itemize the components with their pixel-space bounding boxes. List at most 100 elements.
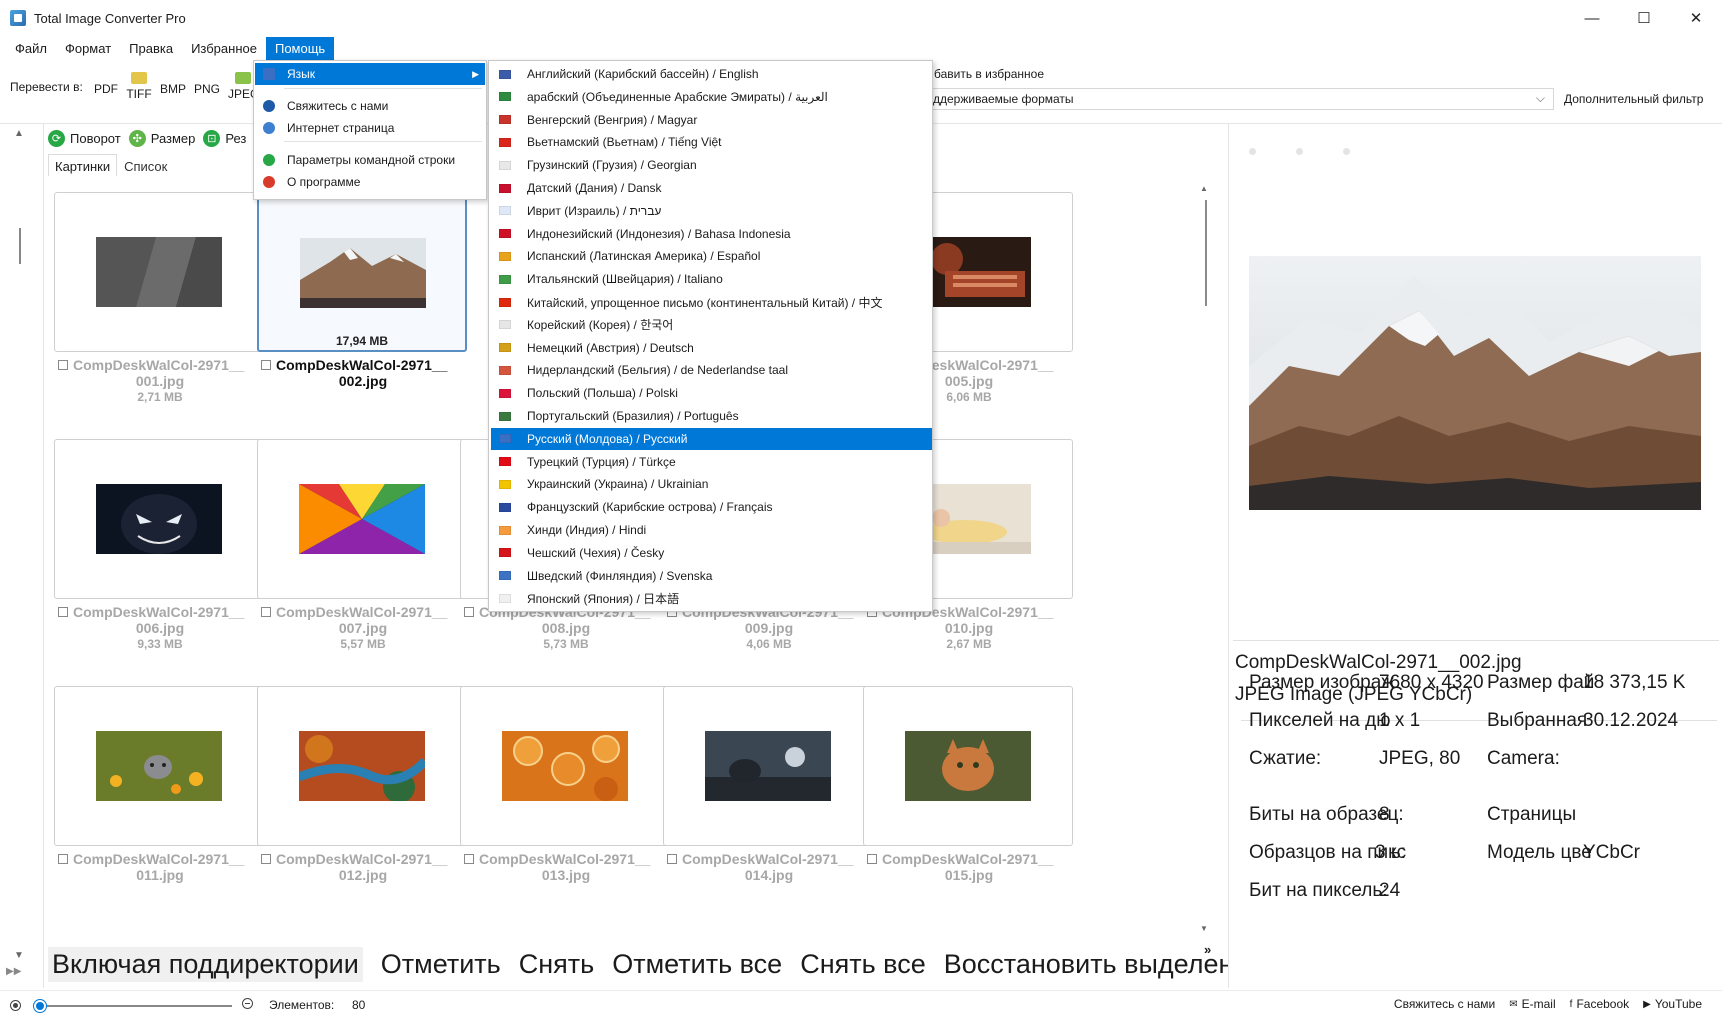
language-option[interactable]: Немецкий (Австрия) / Deutsch: [491, 337, 932, 359]
minimize-button[interactable]: —: [1566, 0, 1618, 36]
status-link[interactable]: ✉ E-mail: [1509, 997, 1555, 1011]
format-pdf-button[interactable]: PDF: [94, 82, 118, 96]
language-option[interactable]: Нидерландский (Бельгия) / de Nederlandse…: [491, 359, 932, 381]
scroll-down-icon[interactable]: ▼: [1200, 924, 1208, 933]
language-option[interactable]: арабский (Объединенные Арабские Эмираты)…: [491, 86, 932, 108]
restore-selection-button[interactable]: Восстановить выделение: [944, 949, 1264, 980]
thumbnail-checkbox[interactable]: [867, 854, 877, 864]
language-option[interactable]: Французский (Карибские острова) / França…: [491, 496, 932, 518]
thumbnail-frame[interactable]: [54, 192, 264, 352]
thumbnail-card[interactable]: CompDeskWalCol-2971__ 007.jpg 5,57 MB: [257, 439, 469, 651]
thumbnail-checkbox[interactable]: [464, 854, 474, 864]
language-option[interactable]: Индонезийский (Индонезия) / Bahasa Indon…: [491, 223, 932, 245]
language-option[interactable]: Шведский (Финляндия) / Svenska: [491, 565, 932, 587]
maximize-button[interactable]: ☐: [1618, 0, 1670, 36]
menu-help[interactable]: Помощь: [265, 36, 335, 60]
uncheck-all-button[interactable]: Снять все: [800, 949, 926, 980]
language-option[interactable]: Иврит (Израиль) / עברית: [491, 200, 932, 222]
help-menu-item[interactable]: Свяжитесь с нами: [255, 95, 485, 117]
more-actions-button[interactable]: »: [1204, 942, 1211, 957]
grid-scrollbar-thumb[interactable]: [1205, 200, 1207, 306]
fast-forward-icon[interactable]: ▶▶: [6, 966, 21, 977]
thumbnail-frame[interactable]: [863, 686, 1073, 846]
thumbnail-frame[interactable]: 17,94 MB: [257, 192, 467, 352]
include-subdirs-toggle[interactable]: Включая поддиректории: [48, 946, 363, 982]
language-option[interactable]: Чешский (Чехия) / Česky: [491, 542, 932, 564]
help-menu-item[interactable]: Язык ▶: [255, 63, 485, 85]
format-tiff-label: TIFF: [126, 87, 152, 101]
thumbnail-frame[interactable]: [663, 686, 873, 846]
language-option[interactable]: Украинский (Украина) / Ukrainian: [491, 473, 932, 495]
thumbnail-frame[interactable]: [460, 686, 670, 846]
thumbnail-size-slider[interactable]: [34, 1000, 232, 1012]
check-button[interactable]: Отметить: [381, 949, 501, 980]
status-link[interactable]: Свяжитесь с нами: [1394, 997, 1495, 1011]
thumbnail-card[interactable]: CompDeskWalCol-2971__ 014.jpg: [663, 686, 875, 883]
extra-filter-button[interactable]: Дополнительный фильтр: [1564, 92, 1703, 106]
format-tiff-button[interactable]: TIFF: [124, 72, 154, 101]
thumbnail-card[interactable]: 17,94 MB CompDeskWalCol-2971__ 002.jpg: [257, 192, 469, 389]
language-option[interactable]: Китайский, упрощенное письмо (континента…: [491, 291, 932, 313]
language-option[interactable]: Итальянский (Швейцария) / Italiano: [491, 268, 932, 290]
thumbnail-checkbox[interactable]: [464, 607, 474, 617]
help-menu-item[interactable]: Интернет страница: [255, 117, 485, 139]
thumbnail-card[interactable]: CompDeskWalCol-2971__ 006.jpg 9,33 MB: [54, 439, 266, 651]
add-to-favorites-button[interactable]: бавить в избранное: [934, 67, 1044, 81]
thumbnail-card[interactable]: CompDeskWalCol-2971__ 012.jpg: [257, 686, 469, 883]
language-option[interactable]: Вьетнамский (Вьетнам) / Tiếng Việt: [491, 131, 932, 153]
thumbnail-checkbox[interactable]: [261, 854, 271, 864]
check-all-button[interactable]: Отметить все: [612, 949, 782, 980]
formats-filter-select[interactable]: ддерживаемые форматы ⌵: [928, 88, 1554, 110]
language-option[interactable]: Датский (Дания) / Dansk: [491, 177, 932, 199]
language-option[interactable]: Английский (Карибский бассейн) / English: [491, 63, 932, 85]
language-option[interactable]: Грузинский (Грузия) / Georgian: [491, 154, 932, 176]
language-option[interactable]: Хинди (Индия) / Hindi: [491, 519, 932, 541]
zoom-reset-icon[interactable]: [10, 1000, 21, 1011]
status-link[interactable]: f Facebook: [1570, 997, 1629, 1011]
scroll-up-icon[interactable]: ▲: [14, 128, 24, 139]
scroll-up-icon[interactable]: ▲: [1200, 184, 1208, 193]
language-option[interactable]: Турецкий (Турция) / Türkçe: [491, 451, 932, 473]
thumbnail-frame[interactable]: [54, 686, 264, 846]
language-option[interactable]: Корейский (Корея) / 한국어: [491, 314, 932, 336]
thumbnail-image: [502, 731, 628, 801]
scroll-down-icon[interactable]: ▼: [14, 950, 24, 961]
menu-format[interactable]: Формат: [56, 37, 120, 60]
thumbnail-card[interactable]: CompDeskWalCol-2971__ 001.jpg 2,71 MB: [54, 192, 266, 404]
language-option[interactable]: Португальский (Бразилия) / Português: [491, 405, 932, 427]
close-button[interactable]: ✕: [1670, 0, 1722, 36]
language-option[interactable]: Русский (Молдова) / Русский: [491, 427, 932, 450]
rotate-button[interactable]: ⟳ Поворот: [48, 129, 121, 147]
folder-scrollbar-thumb[interactable]: [19, 228, 21, 264]
thumbnail-checkbox[interactable]: [58, 854, 68, 864]
help-menu-item[interactable]: О программе: [255, 171, 485, 193]
thumbnail-checkbox[interactable]: [261, 360, 271, 370]
menu-file[interactable]: Файл: [6, 37, 56, 60]
crop-button[interactable]: ⊡ Рез: [203, 129, 246, 147]
format-png-button[interactable]: PNG: [194, 82, 220, 96]
language-option[interactable]: Венгерский (Венгрия) / Magyar: [491, 109, 932, 131]
language-option[interactable]: Японский (Япония) / 日本語: [491, 587, 932, 609]
thumbnail-checkbox[interactable]: [58, 607, 68, 617]
zoom-out-icon[interactable]: [242, 998, 253, 1009]
menu-favorites[interactable]: Избранное: [182, 37, 266, 60]
thumbnail-frame[interactable]: [257, 686, 467, 846]
format-bmp-button[interactable]: BMP: [160, 82, 186, 96]
thumbnail-checkbox[interactable]: [667, 854, 677, 864]
help-menu-item[interactable]: Параметры командной строки: [255, 149, 485, 171]
language-option[interactable]: Польский (Польша) / Polski: [491, 382, 932, 404]
status-link[interactable]: ▶ YouTube: [1643, 997, 1702, 1011]
thumbnail-card[interactable]: CompDeskWalCol-2971__ 015.jpg: [863, 686, 1075, 883]
thumbnail-checkbox[interactable]: [58, 360, 68, 370]
slider-knob[interactable]: [34, 1000, 46, 1012]
thumbnail-frame[interactable]: [54, 439, 264, 599]
thumbnail-card[interactable]: CompDeskWalCol-2971__ 013.jpg: [460, 686, 672, 883]
thumbnail-frame[interactable]: [257, 439, 467, 599]
language-option[interactable]: Испанский (Латинская Америка) / Español: [491, 245, 932, 267]
thumbnail-checkbox[interactable]: [261, 607, 271, 617]
resize-button[interactable]: ✣ Размер: [128, 129, 195, 147]
thumbnail-card[interactable]: CompDeskWalCol-2971__ 011.jpg: [54, 686, 266, 883]
grid-scrollbar[interactable]: ▲ ▼: [1200, 180, 1212, 936]
menu-edit[interactable]: Правка: [120, 37, 182, 60]
uncheck-button[interactable]: Снять: [519, 949, 594, 980]
